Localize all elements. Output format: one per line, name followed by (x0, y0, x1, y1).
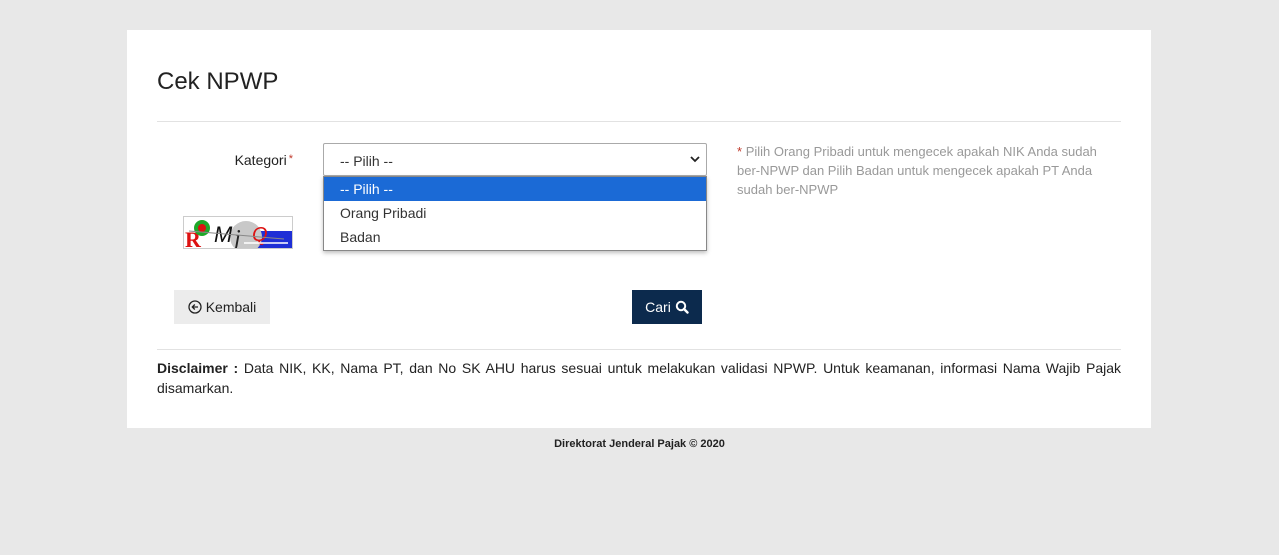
option-badan[interactable]: Badan (324, 225, 706, 249)
arrow-circle-left-icon (188, 300, 202, 314)
search-icon (675, 300, 689, 314)
kategori-label: Kategori * (235, 152, 293, 168)
captcha-graphic: R M j Q (184, 217, 292, 248)
hint-text: Pilih Orang Pribadi untuk mengecek apaka… (737, 144, 1097, 197)
divider-top (157, 121, 1121, 122)
chevron-down-icon (690, 156, 700, 163)
page-title: Cek NPWP (157, 68, 279, 95)
footer-copyright: Direktorat Jenderal Pajak © 2020 (554, 438, 725, 450)
kembali-button[interactable]: Kembali (174, 290, 270, 324)
kategori-select[interactable]: -- Pilih -- (323, 143, 707, 176)
kategori-hint: * Pilih Orang Pribadi untuk mengecek apa… (737, 142, 1107, 199)
main-card: Cek NPWP Kategori * -- Pilih -- -- Pilih … (127, 30, 1151, 428)
kategori-dropdown-list: -- Pilih -- Orang Pribadi Badan (323, 176, 707, 251)
hint-star: * (737, 144, 743, 159)
kategori-label-text: Kategori (234, 152, 287, 168)
disclaimer-heading: Disclaimer : (157, 360, 239, 376)
kategori-select-value: -- Pilih -- (340, 153, 393, 169)
disclaimer: Disclaimer : Data NIK, KK, Nama PT, dan … (157, 358, 1121, 398)
kembali-label: Kembali (205, 299, 257, 315)
disclaimer-text: Data NIK, KK, Nama PT, dan No SK AHU har… (157, 360, 1122, 396)
captcha-image: R M j Q (183, 216, 293, 249)
required-mark: * (288, 153, 293, 165)
option-pilih[interactable]: -- Pilih -- (324, 177, 706, 201)
divider-bottom (157, 349, 1121, 350)
cari-button[interactable]: Cari (632, 290, 702, 324)
option-orang-pribadi[interactable]: Orang Pribadi (324, 201, 706, 225)
cari-label: Cari (645, 299, 671, 315)
